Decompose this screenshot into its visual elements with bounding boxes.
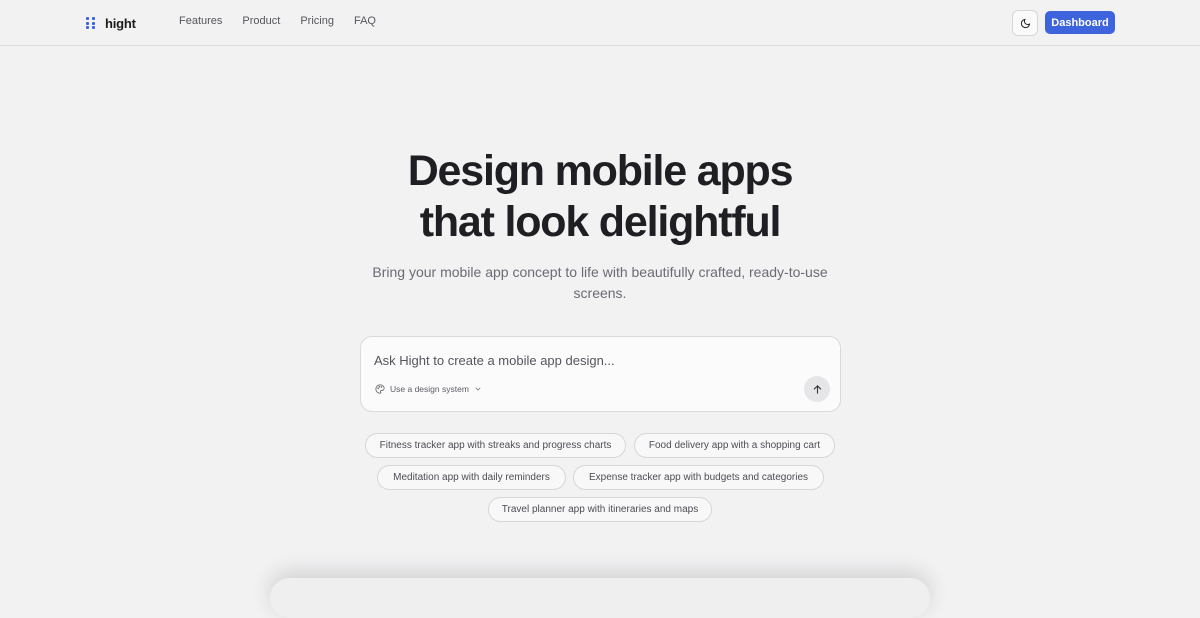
design-system-label: Use a design system	[390, 384, 469, 394]
hero-title: Design mobile apps that look delightful	[0, 146, 1200, 248]
chevron-down-icon	[475, 387, 481, 391]
hero-title-line-1: Design mobile apps	[407, 147, 794, 195]
suggestion-chip[interactable]: Travel planner app with itineraries and …	[488, 497, 712, 522]
prompt-box: Use a design system	[360, 336, 841, 412]
theme-toggle-button[interactable]	[1012, 10, 1038, 36]
top-navbar: hight Features Product Pricing FAQ Dashb…	[0, 0, 1200, 46]
palette-icon	[375, 384, 385, 394]
brand-name: hight	[105, 15, 136, 31]
nav-link-features[interactable]: Features	[179, 15, 222, 27]
preview-card-edge	[270, 578, 930, 618]
suggestion-chip[interactable]: Expense tracker app with budgets and cat…	[573, 465, 824, 490]
arrow-up-icon	[813, 384, 821, 394]
suggestion-chip[interactable]: Fitness tracker app with streaks and pro…	[365, 433, 626, 458]
nav-link-pricing[interactable]: Pricing	[300, 15, 334, 27]
send-button[interactable]	[804, 376, 830, 402]
suggestion-chip[interactable]: Meditation app with daily reminders	[377, 465, 566, 490]
hero-title-line-2: that look delightful	[419, 198, 782, 246]
suggestion-chip[interactable]: Food delivery app with a shopping cart	[634, 433, 835, 458]
design-system-select[interactable]: Use a design system	[375, 382, 482, 396]
nav-link-faq[interactable]: FAQ	[354, 15, 376, 27]
nav-links: Features Product Pricing FAQ	[179, 15, 376, 27]
logo-icon	[86, 17, 97, 29]
brand-logo[interactable]: hight	[86, 14, 136, 32]
prompt-input[interactable]	[374, 350, 804, 370]
dashboard-button[interactable]: Dashboard	[1045, 11, 1115, 34]
hero-subtitle: Bring your mobile app concept to life wi…	[372, 264, 828, 301]
moon-icon	[1020, 18, 1030, 28]
nav-link-product[interactable]: Product	[242, 15, 280, 27]
